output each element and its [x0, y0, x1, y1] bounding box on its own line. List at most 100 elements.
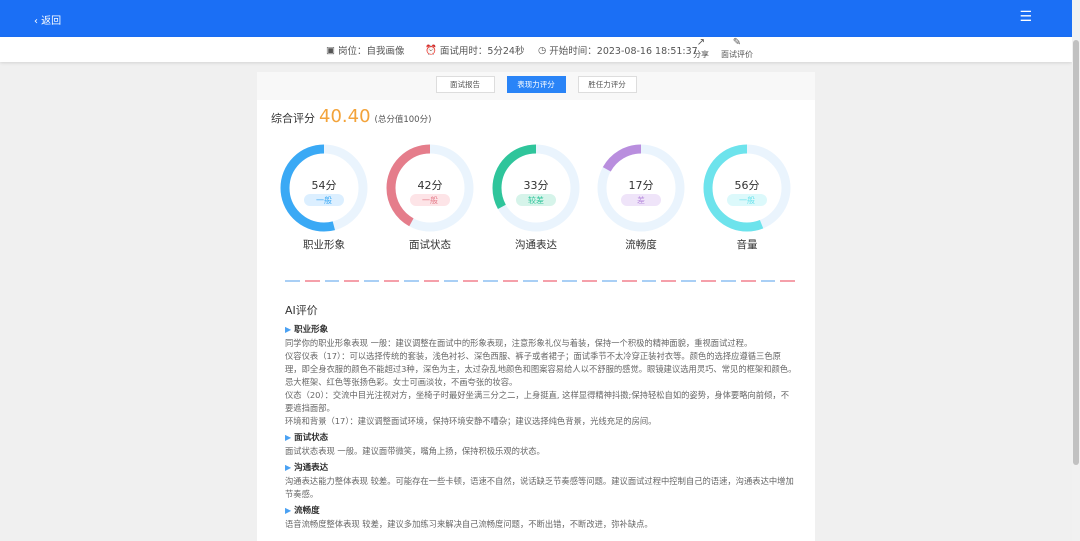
dash — [502, 280, 518, 282]
dash — [760, 280, 776, 282]
gauge-4: 56分 一般 音量 — [702, 143, 792, 251]
gauge-value: 42分 — [417, 179, 443, 192]
ai-section: ▶ 流畅度 语音流畅度整体表现 较差，建议多加练习来解决自己流畅度问题，不断出错，不… — [285, 504, 797, 531]
menu-icon[interactable]: ☰ — [1019, 9, 1032, 25]
report-panel: 面试报告 表现力评分 胜任力评分 综合评分 40.40 (总分值100分) 54… — [257, 72, 815, 541]
dash — [443, 280, 459, 282]
gauge-label: 职业形象 — [303, 239, 345, 251]
section-heading-text: 职业形象 — [294, 325, 329, 335]
level-badge: 一般 — [304, 194, 344, 206]
level-badge: 一般 — [727, 194, 767, 206]
tab-interview-report[interactable]: 面试报告 — [435, 76, 495, 93]
clock-icon: ◷ — [538, 44, 547, 56]
gauge-value: 33分 — [523, 179, 549, 192]
gauge-value: 54分 — [311, 179, 337, 192]
duration-info: ⏰ 面试用时：5分24秒 — [425, 43, 525, 58]
dash — [602, 280, 617, 282]
edit-icon: ✎ — [732, 37, 742, 48]
gauge-label: 面试状态 — [409, 239, 451, 251]
triangle-icon: ▶ — [285, 506, 292, 515]
section-line: 仪态（20）：交流中目光注视对方，坐椅子时最好坐满三分之二，上身挺直, 这样显得… — [285, 390, 789, 413]
section-heading-text: 沟通表达 — [294, 463, 329, 473]
tab-expressiveness-score[interactable]: 表现力评分 — [506, 76, 566, 93]
dash — [681, 280, 697, 282]
gauge-value: 56分 — [734, 179, 760, 192]
section-line: 仪容仪表（17）：可以选择传统的套装，浅色衬衫、深色西服、裤子或者裙子；面试季节… — [285, 351, 797, 387]
dash — [582, 280, 597, 282]
dash — [384, 280, 399, 282]
triangle-icon: ▶ — [285, 463, 292, 472]
start-time-text: 开始时间：2023-08-16 18:51:37 — [549, 46, 698, 57]
divider — [285, 280, 796, 282]
briefcase-icon: ▣ — [326, 44, 335, 56]
section-heading-text: 流畅度 — [294, 506, 320, 516]
section-heading: ▶ 沟通表达 — [285, 461, 797, 475]
review-label: 面试评价 — [721, 50, 753, 59]
scrollbar-thumb[interactable] — [1073, 40, 1079, 465]
dash — [661, 280, 677, 282]
section-line: 面试状态表现 一般。建议面带微笑，嘴角上扬，保持积极乐观的状态。 — [285, 446, 545, 456]
triangle-icon: ▶ — [285, 325, 292, 334]
triangle-icon: ▶ — [285, 433, 292, 442]
ai-evaluation: AI评价 ▶ 职业形象 同学你的职业形象表现 一般：建议调整在面试中的形象表现，注意… — [285, 304, 797, 531]
dash — [780, 280, 796, 282]
info-bar: ▣ 岗位：自我画像 ⏰ 面试用时：5分24秒 ◷ 开始时间：2023-08-16 18… — [0, 37, 1072, 62]
tab-competency-score[interactable]: 胜任力评分 — [577, 76, 637, 93]
gauge-2: 33分 较差 沟通表达 — [491, 143, 581, 251]
gauge-label: 音量 — [736, 239, 758, 251]
section-heading: ▶ 流畅度 — [285, 504, 797, 518]
level-badge: 较差 — [516, 194, 556, 206]
top-bar: ‹ 返回 ☰ — [0, 0, 1072, 37]
section-line: 沟通表达能力整体表现 较差。可能存在一些卡顿，语速不自然，说话缺乏节奏感等问题。… — [285, 476, 794, 499]
gauge-value: 17分 — [628, 179, 654, 192]
back-button[interactable]: ‹ 返回 — [34, 12, 61, 27]
alarm-clock-icon: ⏰ — [425, 44, 437, 56]
level-badge: 差 — [621, 194, 661, 206]
dash — [562, 280, 578, 282]
position-text: 岗位：自我画像 — [337, 46, 405, 57]
ai-title: AI评价 — [285, 304, 318, 317]
share-button[interactable]: ↗ 分享 — [693, 37, 709, 60]
ai-section: ▶ 沟通表达 沟通表达能力整体表现 较差。可能存在一些卡顿，语速不自然，说话缺乏节奏… — [285, 461, 797, 501]
dash — [403, 280, 419, 282]
ai-section: ▶ 面试状态 面试状态表现 一般。建议面带微笑，嘴角上扬，保持积极乐观的状态。 — [285, 431, 797, 458]
dash — [304, 280, 320, 282]
total-score: 综合评分 40.40 (总分值100分) — [271, 106, 431, 127]
dash — [364, 280, 380, 282]
level-badge: 一般 — [410, 194, 450, 206]
section-line: 同学你的职业形象表现 一般：建议调整在面试中的形象表现，注意形象礼仪与着装，保持… — [285, 338, 753, 348]
dash — [740, 280, 756, 282]
gauge-1: 42分 一般 面试状态 — [385, 143, 475, 251]
gauge-label: 流畅度 — [625, 239, 657, 251]
section-line: 语音流畅度整体表现 较差，建议多加练习来解决自己流畅度问题，不断出错，不断改进，… — [285, 519, 653, 529]
gauge-label: 沟通表达 — [515, 239, 557, 251]
gauge-3: 17分 差 流畅度 — [596, 143, 686, 251]
section-heading: ▶ 面试状态 — [285, 431, 797, 445]
start-time-info: ◷ 开始时间：2023-08-16 18:51:37 — [538, 43, 698, 58]
dash — [285, 280, 300, 282]
dash — [641, 280, 657, 282]
section-heading-text: 面试状态 — [294, 433, 329, 443]
section-heading: ▶ 职业形象 — [285, 323, 797, 337]
dash — [701, 280, 716, 282]
dash — [463, 280, 479, 282]
ai-section: ▶ 职业形象 同学你的职业形象表现 一般：建议调整在面试中的形象表现，注意形象礼仪与… — [285, 323, 797, 428]
gauge-0: 54分 一般 职业形象 — [279, 143, 369, 251]
dash — [324, 280, 340, 282]
total-label: 综合评分 — [271, 112, 315, 125]
dash — [423, 280, 439, 282]
duration-text: 面试用时：5分24秒 — [439, 46, 525, 57]
total-max: (总分值100分) — [374, 115, 432, 125]
section-line: 环境和背景（17）：建议调整面试环境，保持环境安静不嘈杂；建议选择纯色背景，光线… — [285, 416, 657, 426]
dash — [720, 280, 736, 282]
total-score-value: 40.40 — [319, 106, 371, 127]
position-info: ▣ 岗位：自我画像 — [326, 43, 405, 58]
dash — [621, 280, 637, 282]
dash — [522, 280, 538, 282]
scrollbar[interactable] — [1072, 0, 1080, 541]
review-button[interactable]: ✎ 面试评价 — [721, 37, 753, 60]
tabs: 面试报告 表现力评分 胜任力评分 — [257, 72, 815, 100]
dash — [483, 280, 498, 282]
share-icon: ↗ — [696, 37, 706, 48]
dash — [542, 280, 558, 282]
